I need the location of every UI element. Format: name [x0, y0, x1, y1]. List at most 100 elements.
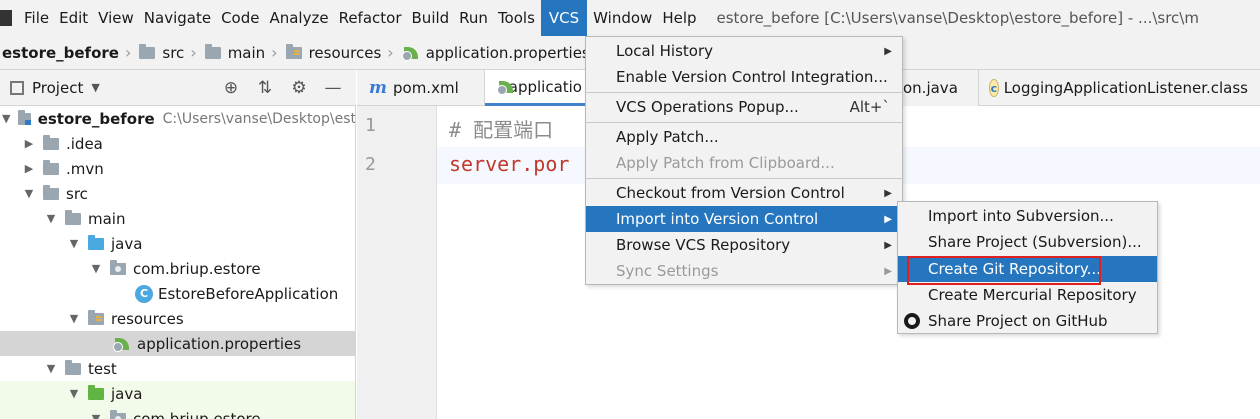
- tree-item-mvn[interactable]: ▶ .mvn: [0, 156, 355, 181]
- spring-properties-icon: [497, 79, 513, 95]
- tree-item-src[interactable]: ▼ src: [0, 181, 355, 206]
- menu-item-checkout[interactable]: Checkout from Version Control ▶: [586, 180, 902, 206]
- tree-item-application-properties[interactable]: application.properties: [0, 331, 355, 356]
- menu-item-label: Sync Settings: [616, 262, 719, 280]
- locate-icon[interactable]: ⊕: [214, 78, 248, 98]
- menu-item-label: Checkout from Version Control: [616, 184, 845, 202]
- breadcrumb-label: estore_before: [2, 43, 119, 62]
- tree-item-label: test: [88, 359, 117, 378]
- chevron-right-icon: ›: [387, 43, 394, 62]
- project-panel-header: Project ▼ ⊕ ⇅ ⚙ —: [0, 70, 356, 106]
- menu-item-share-github[interactable]: Share Project on GitHub: [898, 308, 1157, 334]
- folder-icon: [65, 209, 81, 225]
- menu-tools[interactable]: Tools: [494, 0, 539, 36]
- tree-item-label: java: [111, 234, 143, 253]
- resources-folder-icon: [285, 43, 302, 59]
- tree-item-application-class[interactable]: C EstoreBeforeApplication: [0, 281, 355, 306]
- menu-help[interactable]: Help: [658, 0, 700, 36]
- chevron-down-icon[interactable]: ▼: [66, 387, 82, 400]
- chevron-down-icon[interactable]: ▼: [21, 187, 37, 200]
- breadcrumb-item-project[interactable]: estore_before ›: [2, 36, 139, 70]
- menu-item-import-subversion[interactable]: Import into Subversion...: [898, 203, 1157, 229]
- minimize-icon[interactable]: —: [316, 78, 350, 98]
- spring-properties-icon: [401, 45, 420, 61]
- tree-item-project-root[interactable]: ▼ estore_before C:\Users\vanse\Desktop\e…: [0, 106, 356, 131]
- menu-file[interactable]: File: [20, 0, 53, 36]
- submenu-arrow-icon: ▶: [884, 265, 892, 277]
- line-number: 2: [365, 154, 376, 175]
- folder-icon: [43, 184, 59, 200]
- tree-item-path: C:\Users\vanse\Desktop\est: [162, 110, 356, 127]
- menu-item-label: Share Project (Subversion)...: [928, 233, 1142, 251]
- menu-item-share-subversion[interactable]: Share Project (Subversion)...: [898, 229, 1157, 255]
- menu-item-label: Local History: [616, 42, 714, 60]
- menu-item-enable-vcs[interactable]: Enable Version Control Integration...: [586, 64, 902, 90]
- menu-item-local-history[interactable]: Local History ▶: [586, 38, 902, 64]
- tree-item-test-package[interactable]: ▼ com.briup.estore: [0, 406, 355, 419]
- tree-item-resources[interactable]: ▼ resources: [0, 306, 355, 331]
- menu-item-vcs-operations-popup[interactable]: VCS Operations Popup... Alt+`: [586, 94, 902, 120]
- folder-icon: [65, 359, 81, 375]
- chevron-down-icon: ▼: [91, 81, 100, 94]
- chevron-right-icon[interactable]: ▶: [21, 162, 37, 175]
- tree-item-label: java: [111, 384, 143, 403]
- menu-item-label: VCS Operations Popup...: [616, 98, 799, 116]
- tab-label: pom.xml: [393, 79, 459, 97]
- menu-separator: [586, 122, 902, 123]
- tab-application-properties[interactable]: applicatio: [485, 70, 595, 106]
- tree-item-label: .mvn: [66, 159, 104, 178]
- menu-analyze[interactable]: Analyze: [265, 0, 332, 36]
- chevron-down-icon[interactable]: ▼: [66, 312, 82, 325]
- breadcrumb-item-file[interactable]: application.properties: [401, 36, 590, 70]
- breadcrumb-item-resources[interactable]: resources ›: [285, 36, 402, 70]
- menu-code[interactable]: Code: [217, 0, 263, 36]
- tree-item-idea[interactable]: ▶ .idea: [0, 131, 355, 156]
- tree-item-main[interactable]: ▼ main: [0, 206, 355, 231]
- tree-item-test-java[interactable]: ▼ java: [0, 381, 355, 406]
- menu-item-apply-patch[interactable]: Apply Patch...: [586, 124, 902, 150]
- chevron-down-icon[interactable]: ▼: [66, 237, 82, 250]
- chevron-down-icon[interactable]: ▼: [0, 112, 12, 125]
- breadcrumb-item-src[interactable]: src ›: [139, 36, 204, 70]
- tab-logging-listener[interactable]: c LoggingApplicationListener.class: [979, 70, 1260, 106]
- gear-icon[interactable]: ⚙: [282, 78, 316, 98]
- folder-icon: [43, 159, 59, 175]
- package-icon: [110, 259, 126, 275]
- menu-build[interactable]: Build: [408, 0, 454, 36]
- menu-vcs[interactable]: VCS: [540, 0, 588, 36]
- menu-item-sync-settings: Sync Settings ▶: [586, 258, 902, 284]
- chevron-right-icon[interactable]: ▶: [21, 137, 37, 150]
- menu-navigate[interactable]: Navigate: [140, 0, 215, 36]
- tree-item-test[interactable]: ▼ test: [0, 356, 355, 381]
- chevron-down-icon[interactable]: ▼: [88, 262, 104, 275]
- menu-window[interactable]: Window: [589, 0, 656, 36]
- breadcrumb-label: application.properties: [425, 43, 590, 62]
- chevron-right-icon: ›: [190, 43, 197, 62]
- menu-run[interactable]: Run: [455, 0, 492, 36]
- tree-item-package[interactable]: ▼ com.briup.estore: [0, 256, 355, 281]
- menu-item-label: Browse VCS Repository: [616, 236, 791, 254]
- line-number-gutter: [357, 106, 437, 419]
- class-file-icon: c: [989, 79, 999, 97]
- menu-refactor[interactable]: Refactor: [335, 0, 406, 36]
- chevron-down-icon[interactable]: ▼: [43, 362, 59, 375]
- menu-item-browse-vcs[interactable]: Browse VCS Repository ▶: [586, 232, 902, 258]
- menu-separator: [586, 92, 902, 93]
- menu-item-create-mercurial-repo[interactable]: Create Mercurial Repository: [898, 282, 1157, 308]
- project-view-selector[interactable]: Project ▼: [10, 79, 100, 97]
- folder-icon: [139, 43, 156, 59]
- tree-item-java[interactable]: ▼ java: [0, 231, 355, 256]
- tree-item-label: .idea: [66, 134, 103, 153]
- chevron-down-icon[interactable]: ▼: [43, 212, 59, 225]
- menu-item-import-into-vc[interactable]: Import into Version Control ▶: [586, 206, 902, 232]
- menu-item-create-git-repo[interactable]: Create Git Repository...: [898, 256, 1157, 282]
- breadcrumb-item-main[interactable]: main ›: [204, 36, 286, 70]
- menu-edit[interactable]: Edit: [55, 0, 92, 36]
- menu-view[interactable]: View: [94, 0, 138, 36]
- tree-item-label: com.briup.estore: [133, 409, 261, 419]
- tab-pom-xml[interactable]: m pom.xml: [357, 70, 485, 106]
- tab-java-file[interactable]: on.java: [903, 70, 979, 106]
- tab-label: LoggingApplicationListener.class: [1003, 79, 1248, 97]
- chevron-down-icon[interactable]: ▼: [88, 412, 104, 419]
- collapse-all-icon[interactable]: ⇅: [248, 78, 282, 98]
